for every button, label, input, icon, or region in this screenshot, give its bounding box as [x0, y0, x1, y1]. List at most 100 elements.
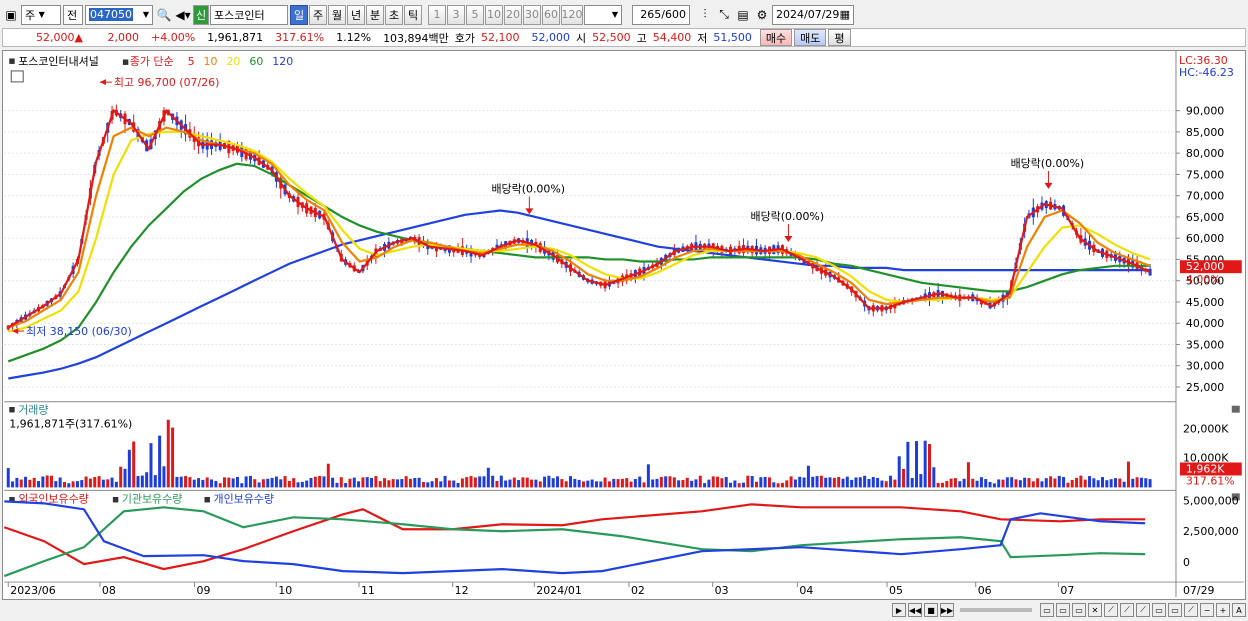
minus-icon[interactable]: − [1200, 603, 1214, 617]
volume-ratio: 317.61% [275, 31, 325, 44]
volume-bar-177 [772, 482, 776, 488]
fib-tool-icon[interactable]: ⟋ [1136, 603, 1150, 617]
volume-bar-192 [837, 477, 841, 488]
quote-bar: 52,000▲ 2,000 +4.00% 1,961,871 317.61% 1… [2, 28, 1246, 47]
search-icon[interactable]: 🔍 [155, 5, 173, 25]
price-tick-11: 35,000 [1186, 338, 1224, 351]
volume-bar-11 [54, 481, 58, 488]
candle-icon[interactable]: ⫶ [696, 5, 714, 25]
count-input[interactable]: 265/600 [632, 4, 690, 25]
volume-bar-6 [32, 477, 36, 488]
volume-bar-172 [750, 476, 754, 488]
volume-bar-133 [581, 481, 585, 488]
volume-bar-211 [919, 474, 923, 488]
interval-10[interactable]: 10 [485, 4, 503, 25]
volume-close-icon[interactable] [1231, 405, 1240, 413]
volume-bar-129 [564, 481, 568, 488]
volume-bar-0 [6, 468, 10, 488]
interval-60[interactable]: 60 [542, 4, 560, 25]
interval-30[interactable]: 30 [523, 4, 541, 25]
x-tick-0: 2023/06 [10, 584, 56, 597]
tab-tick[interactable]: 틱 [404, 4, 422, 25]
volume-bar-21 [97, 476, 101, 488]
volume-bar-215 [936, 482, 940, 488]
panel-menu-icon[interactable]: ▪ [8, 54, 15, 67]
volume-bar-102 [447, 480, 451, 488]
interval-120[interactable]: 120 [561, 4, 583, 25]
split-icon[interactable]: ▭ [1056, 603, 1070, 617]
volume-bar-38 [171, 427, 175, 488]
window-icon[interactable]: ▣ [2, 5, 20, 25]
eval-button[interactable]: 평 [828, 29, 851, 46]
tab-month[interactable]: 월 [328, 4, 346, 25]
prev-button[interactable]: 전 [63, 4, 83, 25]
volume-bar-134 [586, 480, 590, 488]
period-select[interactable]: 주 ▼ [21, 4, 61, 25]
interval-20[interactable]: 20 [504, 4, 522, 25]
stock-code-input[interactable]: 047050 ▼ [85, 4, 153, 25]
gann-tool-icon[interactable]: ⟋ [1184, 603, 1198, 617]
speaker-icon[interactable]: ◀▾ [174, 5, 192, 25]
stock-chart[interactable]: ▪ 포스코인터내셔널 ▪ 종가 단순 5 10 20 60 120 LC:36.30 H… [2, 50, 1246, 600]
volume-bar-167 [729, 482, 733, 488]
interval-5[interactable]: 5 [466, 4, 484, 25]
forward-icon[interactable]: ▶▶ [940, 603, 954, 617]
volume-bar-60 [266, 478, 270, 488]
volume-bar-32 [145, 472, 149, 488]
tab-second[interactable]: 초 [385, 4, 403, 25]
volume-bar-171 [746, 475, 750, 488]
volume-bar-114 [499, 475, 503, 488]
plus-icon[interactable]: + [1216, 603, 1230, 617]
ask-price: 52,000 [531, 31, 571, 44]
volume-bar-36 [162, 466, 166, 488]
zoom-slider[interactable] [960, 608, 1032, 612]
tab-minute[interactable]: 분 [366, 4, 384, 25]
zoom-out-icon[interactable]: ▭ [1040, 603, 1054, 617]
buy-button[interactable]: 매수 [759, 29, 793, 46]
volume-bar-249 [1083, 479, 1087, 488]
volume-bar-57 [253, 479, 257, 488]
save-icon[interactable]: ▤ [734, 5, 752, 25]
volume-bar-254 [1105, 480, 1109, 488]
volume-bar-219 [953, 478, 957, 488]
date-input[interactable]: 2024/07/29 ▦ [772, 4, 854, 25]
grid-toggle-icon[interactable] [10, 70, 24, 83]
volume-menu-icon[interactable]: ▪ [8, 403, 15, 416]
x-tick-2: 09 [197, 584, 211, 597]
dividend-marker-3 [784, 236, 793, 243]
volume-bar-75 [331, 477, 335, 488]
volume-last-pct: 317.61% [1186, 474, 1235, 487]
volume-bar-44 [197, 478, 201, 488]
tool-icon[interactable]: ⤡ [715, 5, 733, 25]
volume-bar-210 [915, 441, 919, 488]
sell-button[interactable]: 매도 [794, 29, 827, 46]
gear-icon[interactable]: ⚙ [753, 5, 771, 25]
volume-bar-43 [192, 479, 196, 488]
layout-icon[interactable]: ▭ [1072, 603, 1086, 617]
calendar-icon[interactable]: ▦ [840, 8, 850, 21]
volume-bar-98 [430, 481, 434, 488]
scroll-right-icon[interactable]: ▶ [892, 603, 906, 617]
trend-tool-icon[interactable]: ⟋ [1120, 603, 1134, 617]
ma-menu-icon[interactable]: ▪ [122, 55, 129, 68]
volume-bar-46 [205, 477, 209, 488]
rewind-icon[interactable]: ◀◀ [908, 603, 922, 617]
volume-bar-140 [612, 478, 616, 488]
interval-3[interactable]: 3 [447, 4, 465, 25]
volume-bar-257 [1118, 478, 1122, 488]
interval-custom-select[interactable]: ▼ [584, 4, 622, 25]
tab-week[interactable]: 주 [309, 4, 327, 25]
volume-bar-84 [370, 477, 374, 488]
tab-year[interactable]: 년 [347, 4, 365, 25]
crosshair-icon[interactable]: ✕ [1088, 603, 1102, 617]
box-tool-icon[interactable]: ▭ [1152, 603, 1166, 617]
line-tool-icon[interactable]: ⟋ [1104, 603, 1118, 617]
price-tick-1: 85,000 [1186, 126, 1224, 139]
tab-day[interactable]: 일 [290, 4, 308, 25]
stop-icon[interactable]: ■ [924, 603, 938, 617]
holding-lines [3, 500, 1146, 578]
text-tool-icon[interactable]: ▭ [1168, 603, 1182, 617]
holding-menu-icon-2: ▪ [204, 492, 211, 505]
font-size-icon[interactable]: A [1232, 603, 1246, 617]
interval-1[interactable]: 1 [428, 4, 446, 25]
